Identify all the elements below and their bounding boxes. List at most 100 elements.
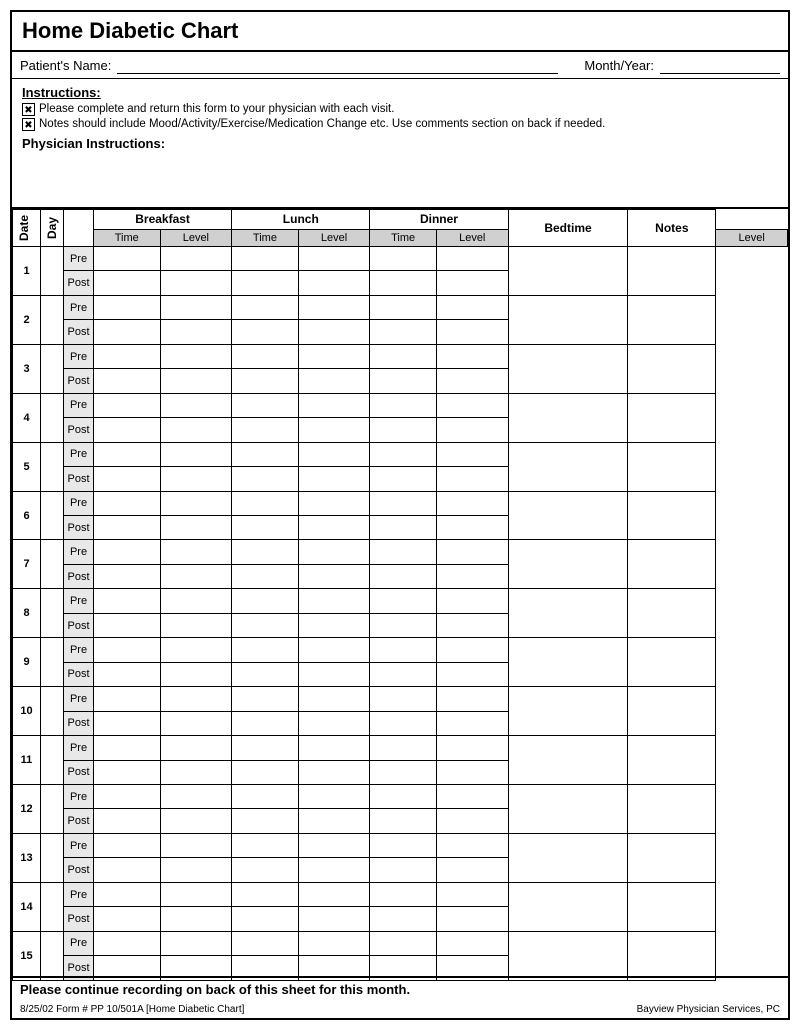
data-cell[interactable]: [160, 369, 232, 393]
data-cell[interactable]: [298, 442, 370, 466]
notes-cell[interactable]: [628, 295, 716, 344]
month-year-field[interactable]: [660, 56, 780, 74]
data-cell[interactable]: [94, 247, 161, 271]
data-cell[interactable]: [436, 882, 508, 906]
data-cell[interactable]: [160, 491, 232, 515]
data-cell[interactable]: [298, 833, 370, 857]
data-cell[interactable]: [160, 711, 232, 735]
data-cell[interactable]: [160, 320, 232, 344]
data-cell[interactable]: [370, 393, 437, 417]
data-cell[interactable]: [160, 638, 232, 662]
data-cell[interactable]: [370, 613, 437, 637]
notes-cell[interactable]: [628, 784, 716, 833]
data-cell[interactable]: [94, 295, 161, 319]
data-cell[interactable]: [94, 662, 161, 686]
data-cell[interactable]: [370, 369, 437, 393]
data-cell[interactable]: [232, 931, 299, 955]
data-cell[interactable]: [94, 907, 161, 931]
data-cell[interactable]: [160, 760, 232, 784]
data-cell[interactable]: [436, 344, 508, 368]
data-cell[interactable]: [160, 418, 232, 442]
data-cell[interactable]: [232, 540, 299, 564]
data-cell[interactable]: [436, 760, 508, 784]
data-cell[interactable]: [232, 491, 299, 515]
bedtime-cell[interactable]: [508, 393, 628, 442]
data-cell[interactable]: [94, 564, 161, 588]
data-cell[interactable]: [94, 320, 161, 344]
data-cell[interactable]: [298, 320, 370, 344]
data-cell[interactable]: [94, 687, 161, 711]
data-cell[interactable]: [94, 784, 161, 808]
data-cell[interactable]: [232, 784, 299, 808]
data-cell[interactable]: [370, 540, 437, 564]
data-cell[interactable]: [232, 320, 299, 344]
data-cell[interactable]: [232, 344, 299, 368]
notes-cell[interactable]: [628, 882, 716, 931]
data-cell[interactable]: [232, 687, 299, 711]
data-cell[interactable]: [94, 931, 161, 955]
notes-cell[interactable]: [628, 247, 716, 296]
notes-cell[interactable]: [628, 393, 716, 442]
data-cell[interactable]: [232, 467, 299, 491]
data-cell[interactable]: [232, 736, 299, 760]
data-cell[interactable]: [232, 662, 299, 686]
data-cell[interactable]: [232, 442, 299, 466]
data-cell[interactable]: [436, 736, 508, 760]
data-cell[interactable]: [232, 295, 299, 319]
data-cell[interactable]: [436, 491, 508, 515]
data-cell[interactable]: [232, 638, 299, 662]
data-cell[interactable]: [94, 369, 161, 393]
data-cell[interactable]: [160, 907, 232, 931]
data-cell[interactable]: [436, 687, 508, 711]
data-cell[interactable]: [436, 442, 508, 466]
data-cell[interactable]: [160, 540, 232, 564]
data-cell[interactable]: [94, 540, 161, 564]
data-cell[interactable]: [298, 882, 370, 906]
data-cell[interactable]: [370, 736, 437, 760]
data-cell[interactable]: [298, 247, 370, 271]
bedtime-cell[interactable]: [508, 247, 628, 296]
data-cell[interactable]: [160, 467, 232, 491]
data-cell[interactable]: [160, 833, 232, 857]
data-cell[interactable]: [370, 589, 437, 613]
data-cell[interactable]: [232, 271, 299, 295]
data-cell[interactable]: [160, 687, 232, 711]
data-cell[interactable]: [436, 833, 508, 857]
data-cell[interactable]: [298, 516, 370, 540]
data-cell[interactable]: [232, 589, 299, 613]
data-cell[interactable]: [436, 784, 508, 808]
data-cell[interactable]: [232, 564, 299, 588]
data-cell[interactable]: [436, 320, 508, 344]
data-cell[interactable]: [436, 418, 508, 442]
data-cell[interactable]: [436, 393, 508, 417]
data-cell[interactable]: [370, 467, 437, 491]
data-cell[interactable]: [436, 516, 508, 540]
data-cell[interactable]: [298, 589, 370, 613]
data-cell[interactable]: [94, 638, 161, 662]
data-cell[interactable]: [94, 344, 161, 368]
data-cell[interactable]: [298, 687, 370, 711]
data-cell[interactable]: [232, 809, 299, 833]
data-cell[interactable]: [370, 833, 437, 857]
data-cell[interactable]: [436, 564, 508, 588]
bedtime-cell[interactable]: [508, 442, 628, 491]
data-cell[interactable]: [370, 516, 437, 540]
data-cell[interactable]: [436, 295, 508, 319]
notes-cell[interactable]: [628, 442, 716, 491]
data-cell[interactable]: [160, 589, 232, 613]
data-cell[interactable]: [370, 931, 437, 955]
data-cell[interactable]: [94, 589, 161, 613]
data-cell[interactable]: [370, 564, 437, 588]
bedtime-cell[interactable]: [508, 687, 628, 736]
data-cell[interactable]: [298, 295, 370, 319]
data-cell[interactable]: [232, 369, 299, 393]
data-cell[interactable]: [160, 882, 232, 906]
notes-cell[interactable]: [628, 344, 716, 393]
data-cell[interactable]: [94, 271, 161, 295]
data-cell[interactable]: [160, 809, 232, 833]
data-cell[interactable]: [160, 442, 232, 466]
bedtime-cell[interactable]: [508, 589, 628, 638]
data-cell[interactable]: [160, 271, 232, 295]
data-cell[interactable]: [436, 589, 508, 613]
data-cell[interactable]: [232, 882, 299, 906]
